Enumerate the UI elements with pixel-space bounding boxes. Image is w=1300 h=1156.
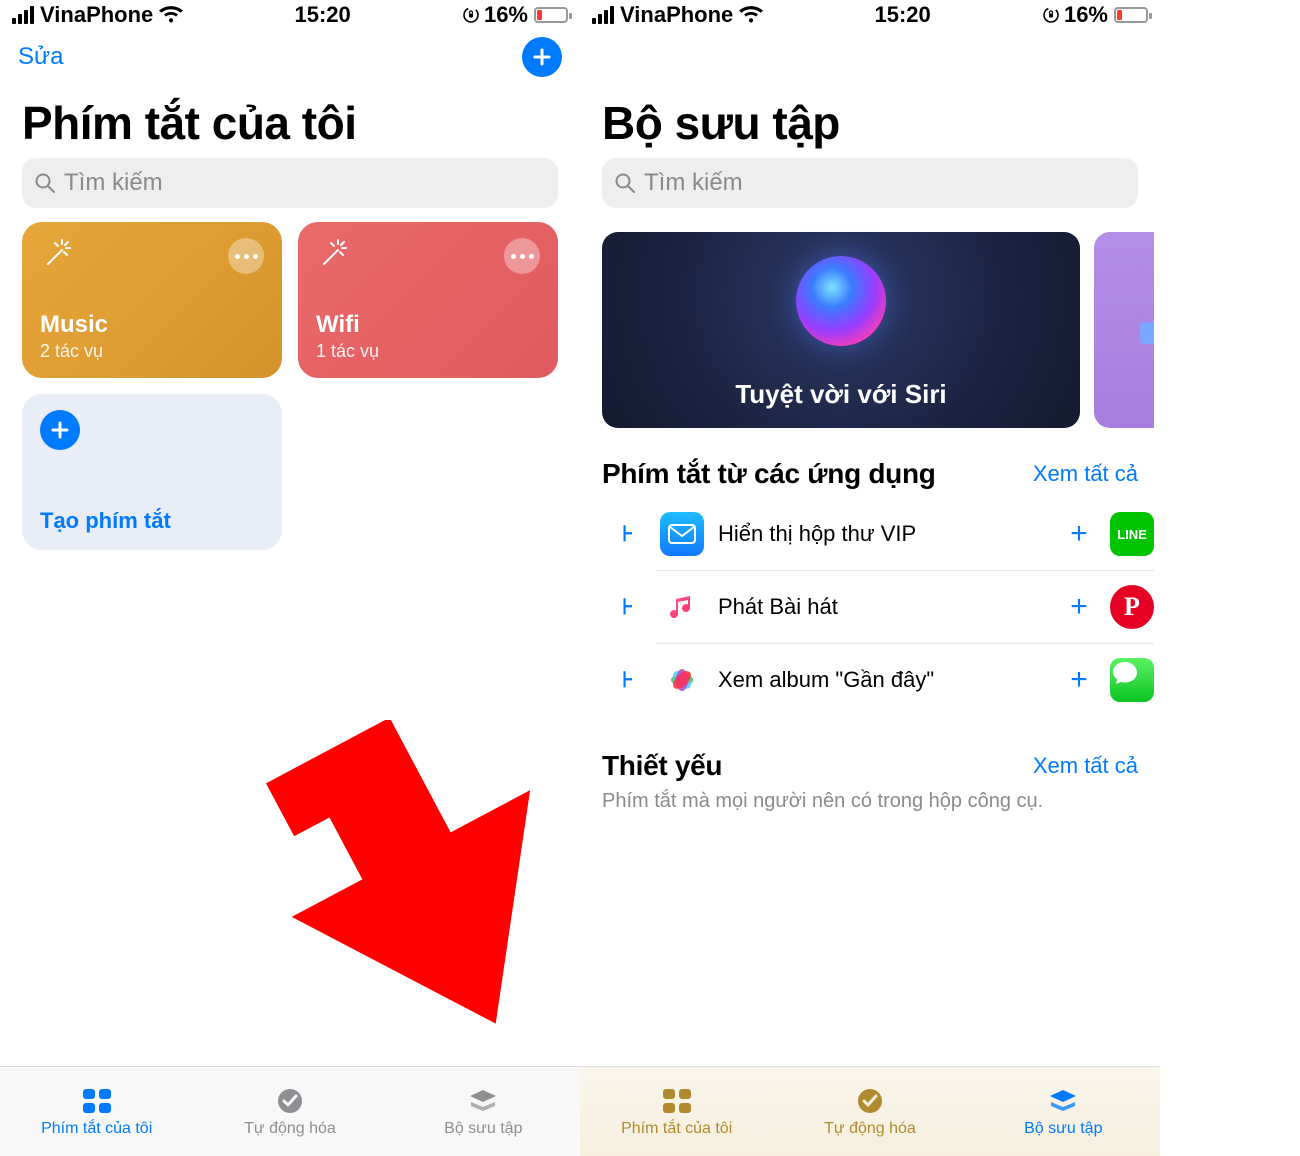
cellular-signal-icon	[12, 6, 34, 24]
tab-label: Bộ sưu tập	[1024, 1120, 1102, 1138]
see-all-link[interactable]: Xem tất cả	[1033, 461, 1138, 487]
tab-label: Bộ sưu tập	[444, 1120, 522, 1138]
cellular-signal-icon	[592, 6, 614, 24]
more-icon[interactable]	[228, 238, 264, 274]
section-title: Thiết yếu	[602, 750, 722, 782]
shortcuts-grid: Music 2 tác vụ Wifi	[0, 222, 580, 550]
tab-gallery[interactable]: Bộ sưu tập	[387, 1067, 580, 1156]
more-icon[interactable]	[504, 238, 540, 274]
clock-check-icon	[853, 1086, 887, 1116]
status-bar: VinaPhone 15:20 16%	[0, 0, 580, 30]
carrier-label: VinaPhone	[620, 2, 733, 28]
shortcut-subtitle: 1 tác vụ	[316, 341, 540, 362]
rotation-lock-icon	[462, 6, 480, 24]
messages-app-icon	[1110, 658, 1154, 702]
photos-app-icon	[660, 658, 704, 702]
search-input[interactable]: Tìm kiếm	[602, 158, 1138, 208]
stack-icon	[1046, 1086, 1080, 1116]
tab-label: Phím tắt của tôi	[41, 1120, 152, 1138]
add-shortcut-button[interactable]	[522, 37, 562, 77]
line-app-icon: LINE	[1110, 512, 1154, 556]
clock-check-icon	[273, 1086, 307, 1116]
list-item[interactable]: ⊦ Phát Bài hát + P	[656, 571, 1154, 644]
clock-label: 15:20	[183, 2, 462, 28]
stack-icon	[466, 1086, 500, 1116]
page-title: Phím tắt của tôi	[0, 84, 580, 158]
search-input[interactable]: Tìm kiếm	[22, 158, 558, 208]
hero-card-siri[interactable]: Tuyệt vời với Siri	[602, 232, 1080, 428]
app-shortcut-list: ⊦ Hiển thị hộp thư VIP + LINE ⊦ Phát Bài…	[580, 498, 1160, 716]
tab-label: Tự động hóa	[824, 1120, 916, 1138]
tab-bar: Phím tắt của tôi Tự động hóa Bộ sưu tập	[580, 1066, 1160, 1156]
battery-percent-label: 16%	[1064, 2, 1108, 28]
reorder-handle-icon[interactable]: ⊦	[622, 594, 646, 620]
status-bar: VinaPhone 15:20 16%	[580, 0, 1160, 30]
reorder-handle-icon[interactable]: ⊦	[622, 521, 646, 547]
carrier-label: VinaPhone	[40, 2, 153, 28]
list-item[interactable]: ⊦ Xem album "Gần đây" +	[656, 644, 1154, 716]
list-item-label: Xem album "Gần đây"	[718, 667, 1048, 693]
list-item-label: Hiển thị hộp thư VIP	[718, 521, 1048, 547]
section-header-apps: Phím tắt từ các ứng dụng Xem tất cả	[580, 436, 1160, 498]
grid-icon	[660, 1086, 694, 1116]
rotation-lock-icon	[1042, 6, 1060, 24]
hero-card-peek[interactable]	[1094, 232, 1154, 428]
see-all-link[interactable]: Xem tất cả	[1033, 753, 1138, 779]
wand-icon	[40, 238, 74, 272]
edit-button[interactable]: Sửa	[18, 43, 63, 71]
wand-icon	[316, 238, 350, 272]
wifi-icon	[739, 6, 763, 24]
battery-icon	[534, 7, 568, 23]
tab-label: Tự động hóa	[244, 1120, 336, 1138]
siri-orb-icon	[796, 256, 886, 346]
screenshot-right: VinaPhone 15:20 16% Bộ sưu tập Tìm kiếm	[580, 0, 1160, 1156]
list-item-label: Phát Bài hát	[718, 594, 1048, 620]
plus-icon	[40, 410, 80, 450]
search-placeholder: Tìm kiếm	[64, 169, 163, 197]
section-title: Phím tắt từ các ứng dụng	[602, 458, 936, 490]
wifi-icon	[159, 6, 183, 24]
section-header-essential: Thiết yếu Xem tất cả	[580, 716, 1160, 790]
battery-icon	[1114, 7, 1148, 23]
nav-bar: Sửa	[0, 30, 580, 84]
grid-icon	[80, 1086, 114, 1116]
reorder-handle-icon[interactable]: ⊦	[622, 667, 646, 693]
shortcut-title: Wifi	[316, 311, 540, 339]
shortcut-title: Music	[40, 311, 264, 339]
search-icon	[34, 172, 56, 194]
gallery-hero-row[interactable]: Tuyệt vời với Siri	[580, 222, 1160, 436]
add-button[interactable]: +	[1062, 517, 1096, 551]
tab-label: Phím tắt của tôi	[621, 1120, 732, 1138]
tab-automation[interactable]: Tự động hóa	[773, 1067, 966, 1156]
tab-automation[interactable]: Tự động hóa	[193, 1067, 386, 1156]
search-icon	[614, 172, 636, 194]
shortcut-card-music[interactable]: Music 2 tác vụ	[22, 222, 282, 378]
screenshot-left: VinaPhone 15:20 16% Sửa Phím tắt của tôi	[0, 0, 580, 1156]
create-shortcut-card[interactable]: Tạo phím tắt	[22, 394, 282, 550]
tab-my-shortcuts[interactable]: Phím tắt của tôi	[0, 1067, 193, 1156]
battery-percent-label: 16%	[484, 2, 528, 28]
add-button[interactable]: +	[1062, 590, 1096, 624]
create-shortcut-label: Tạo phím tắt	[40, 508, 264, 534]
add-button[interactable]: +	[1062, 663, 1096, 697]
section-subtitle: Phím tắt mà mọi người nên có trong hộp c…	[580, 790, 1160, 823]
list-item[interactable]: ⊦ Hiển thị hộp thư VIP + LINE	[656, 498, 1154, 571]
tab-my-shortcuts[interactable]: Phím tắt của tôi	[580, 1067, 773, 1156]
music-app-icon	[660, 585, 704, 629]
tab-gallery[interactable]: Bộ sưu tập	[967, 1067, 1160, 1156]
tab-bar: Phím tắt của tôi Tự động hóa Bộ sưu tập	[0, 1066, 580, 1156]
pinterest-app-icon: P	[1110, 585, 1154, 629]
shortcut-card-wifi[interactable]: Wifi 1 tác vụ	[298, 222, 558, 378]
shortcut-subtitle: 2 tác vụ	[40, 341, 264, 362]
search-placeholder: Tìm kiếm	[644, 169, 743, 197]
mail-app-icon	[660, 512, 704, 556]
clock-label: 15:20	[763, 2, 1042, 28]
hero-title: Tuyệt vời với Siri	[735, 379, 946, 410]
page-title: Bộ sưu tập	[580, 84, 1160, 158]
